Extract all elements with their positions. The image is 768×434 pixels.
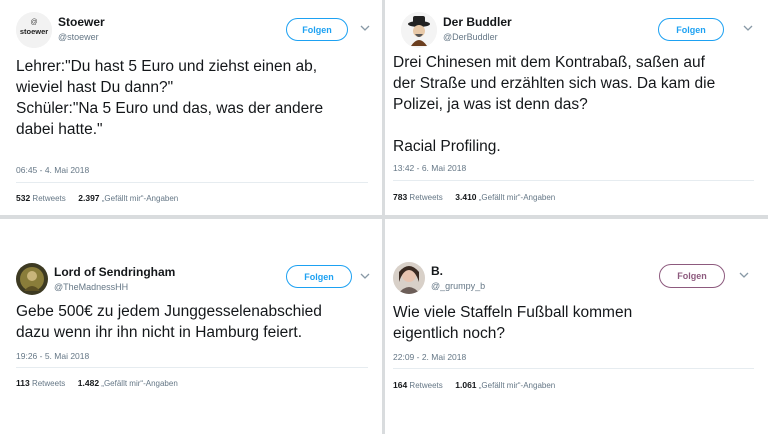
tweet-header: @ stoewer Stoewer @stoewer Folgen bbox=[16, 12, 370, 52]
retweet-count[interactable]: 164 bbox=[393, 380, 407, 390]
retweet-count[interactable]: 532 bbox=[16, 193, 30, 203]
user-handle[interactable]: @DerBuddler bbox=[443, 32, 498, 42]
tweet-card-der-buddler[interactable]: Der Buddler @DerBuddler Folgen Drei Chin… bbox=[385, 0, 768, 215]
like-label[interactable]: „Gefällt mir“-Angaben bbox=[479, 381, 555, 390]
avatar[interactable] bbox=[393, 262, 425, 294]
avatar[interactable]: @ stoewer bbox=[16, 12, 52, 48]
tweet-header: Lord of Sendringham @TheMadnessHH Folgen bbox=[16, 263, 370, 303]
display-name[interactable]: Stoewer bbox=[58, 15, 105, 29]
chevron-down-icon[interactable] bbox=[741, 21, 755, 35]
tweet-timestamp[interactable]: 06:45 - 4. Mai 2018 bbox=[16, 165, 89, 175]
tweet-timestamp[interactable]: 19:26 - 5. Mai 2018 bbox=[16, 351, 89, 361]
display-name[interactable]: B. bbox=[431, 264, 443, 278]
chevron-down-icon[interactable] bbox=[737, 268, 751, 282]
tweet-stats: 164 Retweets 1.061 „Gefällt mir“-Angaben bbox=[393, 380, 555, 390]
like-label[interactable]: „Gefällt mir“-Angaben bbox=[101, 379, 177, 388]
divider bbox=[16, 367, 368, 368]
tweet-header: B. @_grumpy_b Folgen bbox=[393, 262, 756, 302]
divider bbox=[393, 180, 754, 181]
divider bbox=[16, 182, 368, 183]
retweet-count[interactable]: 783 bbox=[393, 192, 407, 202]
retweet-label[interactable]: Retweets bbox=[32, 194, 65, 203]
tweet-card-stoewer[interactable]: @ stoewer Stoewer @stoewer Folgen Lehrer… bbox=[0, 0, 382, 215]
chevron-down-icon[interactable] bbox=[358, 269, 372, 283]
follow-button[interactable]: Folgen bbox=[659, 264, 725, 288]
follow-button[interactable]: Folgen bbox=[286, 265, 352, 288]
like-label[interactable]: „Gefällt mir“-Angaben bbox=[479, 193, 555, 202]
tweet-text: Lehrer:"Du hast 5 Euro und ziehst einen … bbox=[16, 58, 324, 138]
user-handle[interactable]: @stoewer bbox=[58, 32, 99, 42]
tweet-header: Der Buddler @DerBuddler Folgen bbox=[401, 12, 756, 52]
avatar[interactable] bbox=[401, 12, 437, 48]
svg-text:@: @ bbox=[30, 19, 37, 26]
retweet-label[interactable]: Retweets bbox=[32, 379, 65, 388]
tweet-stats: 113 Retweets 1.482 „Gefällt mir“-Angaben bbox=[16, 378, 178, 388]
display-name[interactable]: Lord of Sendringham bbox=[54, 265, 175, 279]
tweet-text: Wie viele Staffeln Fußball kommen eigent… bbox=[393, 304, 633, 342]
tweet-stats: 783 Retweets 3.410 „Gefällt mir“-Angaben bbox=[393, 192, 555, 202]
tweet-text: Gebe 500€ zu jedem Junggesselenabschied … bbox=[16, 303, 322, 341]
avatar[interactable] bbox=[16, 263, 48, 295]
like-count[interactable]: 1.061 bbox=[455, 380, 476, 390]
like-count[interactable]: 2.397 bbox=[78, 193, 99, 203]
chevron-down-icon[interactable] bbox=[358, 21, 372, 35]
user-handle[interactable]: @TheMadnessHH bbox=[54, 282, 128, 292]
follow-button[interactable]: Folgen bbox=[286, 18, 348, 41]
like-count[interactable]: 3.410 bbox=[455, 192, 476, 202]
avatar-logo-text: stoewer bbox=[20, 27, 48, 36]
tweet-stats: 532 Retweets 2.397 „Gefällt mir“-Angaben bbox=[16, 193, 178, 203]
tweet-card-lord-of-sendringham[interactable]: Lord of Sendringham @TheMadnessHH Folgen… bbox=[0, 219, 382, 434]
tweet-timestamp[interactable]: 13:42 - 6. Mai 2018 bbox=[393, 163, 466, 173]
like-label[interactable]: „Gefällt mir“-Angaben bbox=[102, 194, 178, 203]
tweet-text: Drei Chinesen mit dem Kontrabaß, saßen a… bbox=[393, 54, 716, 155]
retweet-label[interactable]: Retweets bbox=[409, 381, 442, 390]
retweet-count[interactable]: 113 bbox=[16, 378, 30, 388]
retweet-label[interactable]: Retweets bbox=[409, 193, 442, 202]
like-count[interactable]: 1.482 bbox=[78, 378, 99, 388]
display-name[interactable]: Der Buddler bbox=[443, 15, 512, 29]
follow-button[interactable]: Folgen bbox=[658, 18, 724, 41]
divider bbox=[393, 368, 754, 369]
tweet-card-b[interactable]: B. @_grumpy_b Folgen Wie viele Staffeln … bbox=[385, 219, 768, 434]
user-handle[interactable]: @_grumpy_b bbox=[431, 281, 485, 291]
tweet-timestamp[interactable]: 22:09 - 2. Mai 2018 bbox=[393, 352, 466, 362]
